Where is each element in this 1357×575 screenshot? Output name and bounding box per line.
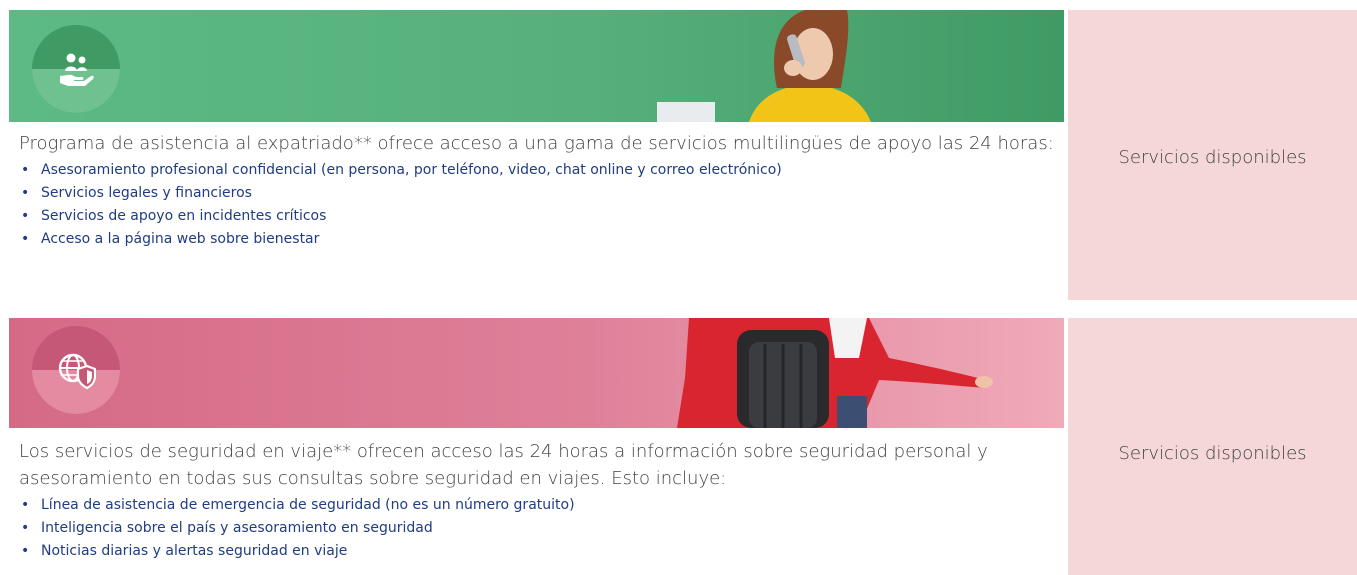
globe-shield-icon <box>58 353 96 390</box>
service-list: Línea de asistencia de emergencia de seg… <box>19 494 1019 563</box>
section-description: Programa de asistencia al expatriado** o… <box>19 133 1054 154</box>
section-description: Los servicios de seguridad en viaje** of… <box>19 441 988 489</box>
hand-holding-people-icon <box>60 53 94 86</box>
woman-on-phone-photo <box>657 10 871 122</box>
list-item[interactable]: Inteligencia sobre el país y asesoramien… <box>19 517 1019 540</box>
assistance-icon-badge <box>32 25 120 113</box>
section-content: Los servicios de seguridad en viaje** of… <box>19 438 1019 563</box>
list-item[interactable]: Acceso a la página web sobre bienestar <box>19 228 1059 251</box>
list-item[interactable]: Línea de asistencia de emergencia de seg… <box>19 494 1019 517</box>
list-item[interactable]: Servicios legales y financieros <box>19 182 1059 205</box>
section-main: Los servicios de seguridad en viaje** of… <box>9 318 1064 575</box>
section-main: Programa de asistencia al expatriado** o… <box>9 10 1064 300</box>
pink-banner <box>9 318 1064 428</box>
green-banner <box>9 10 1064 122</box>
expat-assistance-section: Programa de asistencia al expatriado** o… <box>9 10 1357 300</box>
security-icon-badge <box>32 326 120 414</box>
list-item[interactable]: Noticias diarias y alertas seguridad en … <box>19 540 1019 563</box>
availability-label: Servicios disponibles <box>1118 147 1307 168</box>
travel-security-section: Los servicios de seguridad en viaje** of… <box>9 318 1357 575</box>
availability-label: Servicios disponibles <box>1118 443 1307 464</box>
availability-cell: Servicios disponibles <box>1068 10 1357 300</box>
traveler-with-suitcase-photo <box>677 318 993 428</box>
list-item[interactable]: Asesoramiento profesional confidencial (… <box>19 159 1059 182</box>
service-list: Asesoramiento profesional confidencial (… <box>19 159 1059 251</box>
list-item[interactable]: Servicios de apoyo en incidentes crítico… <box>19 205 1059 228</box>
section-content: Programa de asistencia al expatriado** o… <box>19 130 1059 251</box>
availability-cell: Servicios disponibles <box>1068 318 1357 575</box>
